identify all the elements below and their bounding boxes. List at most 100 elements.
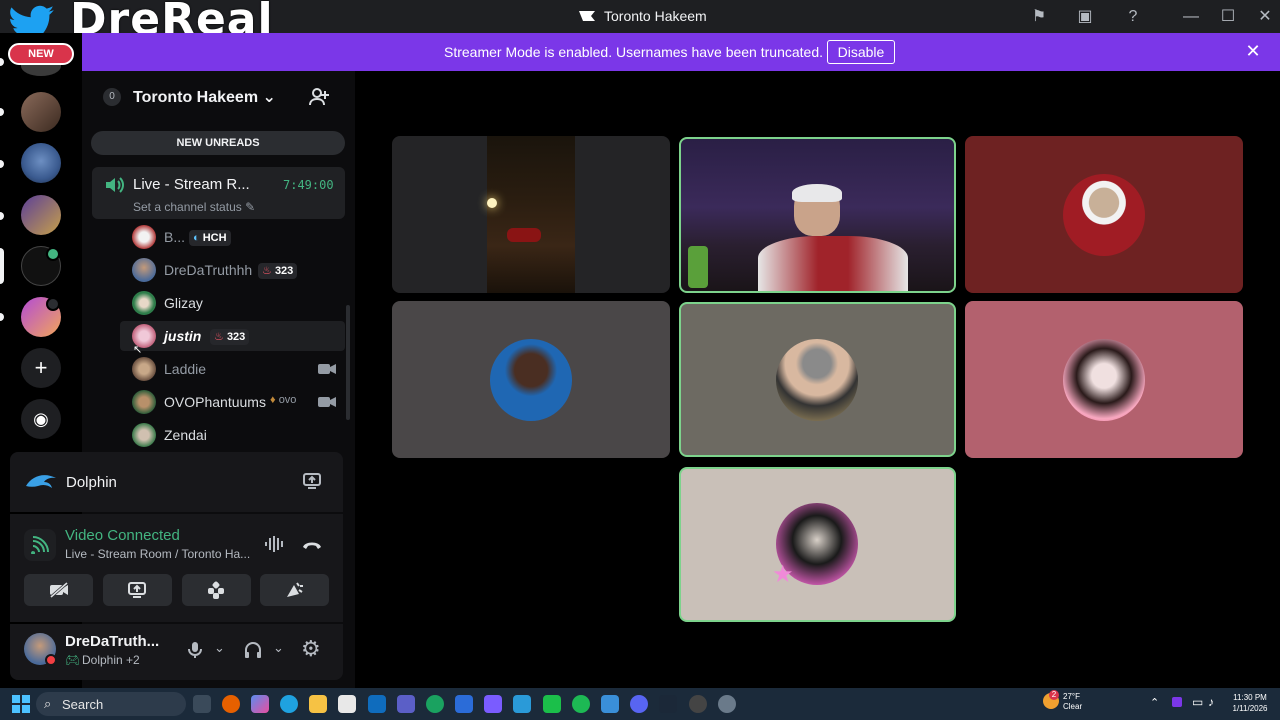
avatar (132, 225, 156, 249)
discord-icon[interactable] (630, 695, 648, 713)
channel-status-input[interactable]: Set a channel status ✎ (133, 200, 255, 214)
avatar (490, 339, 572, 421)
new-unreads-pill[interactable]: NEW UNREADS (91, 131, 345, 155)
store-icon[interactable] (338, 695, 356, 713)
app-icon-sky[interactable] (513, 695, 531, 713)
sunglasses (507, 228, 541, 242)
maximize-button[interactable]: ☐ (1216, 6, 1240, 28)
microphone-icon[interactable] (187, 641, 203, 659)
chevron-down-icon: ⌄ (262, 89, 276, 106)
server-name[interactable]: Toronto Hakeem ⌄ (133, 87, 276, 107)
network-icon[interactable]: ▭ (1192, 695, 1203, 709)
windows-start-icon[interactable] (12, 695, 30, 713)
steam-icon[interactable] (659, 695, 677, 713)
avatar (132, 390, 156, 414)
app-icon-lime[interactable] (543, 695, 561, 713)
screen-share-icon[interactable]: ▣ (1073, 6, 1097, 28)
task-view-icon[interactable] (193, 695, 211, 713)
soundboard-icon (287, 582, 303, 597)
add-server-icon[interactable]: + (21, 348, 61, 388)
copilot-icon[interactable] (251, 695, 269, 713)
close-window-button[interactable]: ✕ (1253, 6, 1277, 28)
member-name: Zendai (164, 427, 207, 443)
inbox-flag-icon[interactable]: ⚑ (1027, 6, 1051, 28)
avatar (132, 258, 156, 282)
avatar-decoration-icon: ★ (772, 561, 794, 588)
tray-app-icon[interactable] (1172, 697, 1182, 707)
dolphin-icon (26, 475, 56, 488)
app-icon-purple[interactable] (484, 695, 502, 713)
flame-icon: ♨ (262, 265, 272, 277)
disable-streamer-mode-button[interactable]: Disable (827, 40, 895, 64)
screen-share-icon (128, 582, 146, 598)
member-name: OVOPhantuums (164, 394, 266, 410)
server-boost-count: 0 (103, 88, 121, 106)
noise-suppression-icon[interactable] (264, 535, 286, 553)
banner-message: Streamer Mode is enabled. Usernames have… (444, 44, 823, 60)
dnd-status-icon (45, 654, 57, 666)
minimize-button[interactable]: — (1179, 6, 1203, 28)
member-badge: ♨ 323 (210, 327, 250, 345)
mic-options-chevron-icon[interactable]: ⌄ (214, 640, 225, 656)
headphone-options-chevron-icon[interactable]: ⌄ (273, 640, 284, 656)
avatar (132, 357, 156, 381)
activities-icon (208, 581, 224, 599)
app-icon-green[interactable] (426, 695, 444, 713)
edge-icon[interactable] (280, 695, 298, 713)
mouse-cursor-icon: ↖ (133, 344, 143, 356)
clan-icon: ◐ (193, 232, 200, 244)
search-label: Search (62, 697, 104, 712)
game-controller-icon: 🎮︎ (65, 653, 81, 667)
video-stream (487, 136, 575, 293)
app-icon-ocean[interactable] (601, 695, 619, 713)
invite-people-icon[interactable] (308, 86, 330, 108)
search-icon: ⌕ (44, 696, 52, 711)
video-camera-icon (318, 364, 336, 374)
volume-icon[interactable]: ♪ (1208, 695, 1214, 709)
settings-app-icon[interactable] (718, 695, 736, 713)
server-avatar-2[interactable] (21, 143, 61, 183)
taskbar-clock[interactable]: 11:30 PM 1/11/2026 (1228, 692, 1272, 714)
member-name: Laddie (164, 361, 207, 377)
help-icon[interactable]: ? (1121, 6, 1145, 28)
discover-compass-icon[interactable]: ◉ (21, 399, 61, 439)
taskbar-search[interactable] (36, 692, 186, 716)
app-icon-blue[interactable] (455, 695, 473, 713)
person-cap (792, 184, 842, 202)
weather-widget[interactable]: 27°F Clear (1063, 692, 1082, 712)
headphones-icon[interactable] (244, 641, 262, 659)
member-name: justin (164, 328, 202, 344)
selected-server-pill (0, 248, 4, 284)
video-camera-icon (318, 397, 336, 407)
voice-status-title: Video Connected (65, 527, 180, 544)
firefox-icon[interactable] (222, 695, 240, 713)
member-name: DreDaTruthhh (164, 262, 253, 278)
member-badge: ◐ HCH (189, 228, 231, 246)
window-title: Toronto Hakeem (604, 8, 707, 24)
voice-active-icon (46, 247, 60, 261)
settings-gear-icon[interactable]: ⚙ (301, 636, 321, 662)
member-name: B... (164, 229, 186, 245)
user-activity: Dolphin +2 (82, 653, 140, 667)
server-avatar-3[interactable] (21, 195, 61, 235)
disconnect-icon[interactable] (301, 537, 323, 551)
outlook-icon[interactable] (368, 695, 386, 713)
stream-activity-icon[interactable] (303, 473, 321, 489)
tray-chevron-icon[interactable]: ⌃ (1150, 696, 1159, 709)
close-icon[interactable]: ✕ (1243, 41, 1263, 61)
activity-name: Dolphin (66, 474, 117, 491)
user-name[interactable]: DreDaTruth... (65, 633, 159, 650)
spotify-icon[interactable] (572, 695, 590, 713)
camera-off-icon (50, 582, 68, 598)
avatar (1063, 174, 1145, 256)
server-avatar-1[interactable] (21, 92, 61, 132)
file-explorer-icon[interactable] (309, 695, 327, 713)
bottle (688, 246, 708, 288)
screen-icon (46, 297, 60, 311)
owl-icon: ♦ (270, 394, 276, 406)
sidebar-scrollbar[interactable] (346, 305, 350, 420)
voice-status-subtitle[interactable]: Live - Stream Room / Toronto Ha... (65, 547, 250, 561)
signal-icon (31, 536, 49, 554)
teams-icon[interactable] (397, 695, 415, 713)
obs-icon[interactable] (689, 695, 707, 713)
